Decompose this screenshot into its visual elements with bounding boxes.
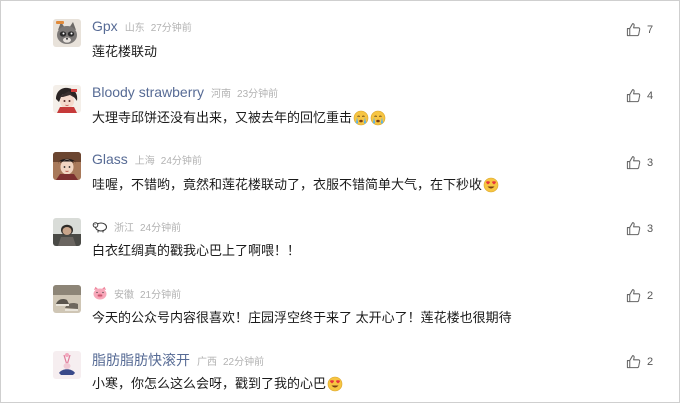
pink-illustration-avatar[interactable]	[53, 351, 81, 379]
pig-face-icon	[92, 286, 108, 300]
thumbs-up-icon	[626, 354, 641, 369]
thumbs-up-icon	[626, 221, 641, 236]
gray-raccoon-cat-avatar[interactable]	[53, 19, 81, 47]
heart-eyes-emoji	[327, 376, 343, 392]
heart-eyes-emoji	[483, 177, 499, 193]
comments-panel: Gpx 山东 27分钟前 莲花楼联动 7 Bloody strawberry 河…	[0, 0, 680, 403]
comment-item: 脂肪脂肪快滚开 广西 22分钟前 小寒，你怎么这么会呀，戳到了我的心巴 2	[1, 343, 680, 409]
comment-nickname[interactable]: Gpx	[92, 18, 118, 34]
comment-text-row: 白衣红绸真的戳我心巴上了啊喂！！	[92, 242, 300, 260]
sheep-sticker-icon	[92, 219, 108, 233]
anime-character-avatar[interactable]	[53, 85, 81, 113]
comment-location: 广西	[197, 357, 217, 368]
comment-time: 22分钟前	[223, 357, 265, 368]
comment-nickname[interactable]: 脂肪脂肪快滚开	[92, 350, 190, 370]
crying-face-emoji	[353, 110, 369, 126]
comment-text: 今天的公众号内容很喜欢！庄园浮空终于来了 太开心了！莲花楼也很期待	[92, 310, 512, 325]
like-count: 4	[647, 89, 654, 102]
comment-text: 莲花楼联动	[92, 44, 158, 59]
comment-text: 白衣红绸真的戳我心巴上了啊喂！！	[92, 243, 301, 258]
comment-text-row: 大理寺邱饼还没有出来，又被去年的回忆重击	[92, 109, 386, 127]
comment-location: 河南	[211, 89, 232, 100]
shoes-photo-avatar[interactable]	[53, 285, 81, 313]
crying-face-emoji	[370, 110, 386, 126]
like-button[interactable]: 3	[626, 221, 653, 236]
comment-text-row: 今天的公众号内容很喜欢！庄园浮空终于来了 太开心了！莲花楼也很期待	[92, 309, 512, 327]
like-button[interactable]: 3	[626, 155, 653, 170]
comment-meta: Bloody strawberry 河南 23分钟前	[92, 84, 278, 104]
comment-meta: 脂肪脂肪快滚开 广西 22分钟前	[92, 350, 264, 370]
like-count: 2	[647, 355, 654, 368]
comment-location: 安徽	[114, 290, 134, 301]
thumbs-up-icon	[626, 88, 641, 103]
comment-text-row: 莲花楼联动	[92, 43, 157, 61]
like-button[interactable]: 2	[626, 288, 653, 303]
thumbs-up-icon	[626, 155, 641, 170]
like-count: 3	[647, 222, 654, 235]
like-button[interactable]: 2	[626, 354, 653, 369]
like-button[interactable]: 7	[626, 22, 653, 37]
comment-time: 24分钟前	[140, 223, 182, 234]
comment-item: 安徽 21分钟前 今天的公众号内容很喜欢！庄园浮空终于来了 太开心了！莲花楼也很…	[1, 277, 680, 343]
comment-text: 小寒，你怎么这么会呀，戳到了我的心巴	[92, 376, 327, 391]
comment-item: Gpx 山东 27分钟前 莲花楼联动 7	[1, 11, 680, 77]
comment-time: 23分钟前	[237, 89, 279, 100]
comment-meta: 安徽 21分钟前	[92, 284, 181, 304]
comment-item: Glass 上海 24分钟前 哇喔，不错哟，竟然和莲花楼联动了，衣服不错简单大气…	[1, 144, 680, 210]
thumbs-up-icon	[626, 288, 641, 303]
comment-meta: Glass 上海 24分钟前	[92, 151, 202, 171]
comment-meta: Gpx 山东 27分钟前	[92, 18, 192, 38]
like-count: 2	[647, 289, 654, 302]
comment-time: 21分钟前	[140, 290, 182, 301]
comment-text-row: 哇喔，不错哟，竟然和莲花楼联动了，衣服不错简单大气，在下秒收	[92, 176, 499, 194]
comment-location: 浙江	[114, 223, 134, 234]
comment-text-row: 小寒，你怎么这么会呀，戳到了我的心巴	[92, 375, 343, 393]
comment-time: 27分钟前	[150, 23, 192, 34]
like-count: 7	[647, 23, 654, 36]
comment-item: 浙江 24分钟前 白衣红绸真的戳我心巴上了啊喂！！ 3	[1, 210, 680, 276]
comment-nickname[interactable]: Bloody strawberry	[92, 84, 204, 100]
comment-item: Bloody strawberry 河南 23分钟前 大理寺邱饼还没有出来，又被…	[1, 77, 680, 143]
thumbs-up-icon	[626, 22, 641, 37]
comment-location: 上海	[134, 156, 155, 167]
drama-character-avatar[interactable]	[53, 152, 81, 180]
comment-nickname[interactable]: Glass	[92, 151, 128, 167]
comment-text: 大理寺邱饼还没有出来，又被去年的回忆重击	[92, 110, 353, 125]
comment-time: 24分钟前	[160, 156, 202, 167]
comment-meta: 浙江 24分钟前	[92, 217, 181, 237]
comment-location: 山东	[124, 23, 145, 34]
like-button[interactable]: 4	[626, 88, 653, 103]
comment-text: 哇喔，不错哟，竟然和莲花楼联动了，衣服不错简单大气，在下秒收	[92, 177, 483, 192]
like-count: 3	[647, 156, 654, 169]
person-photo-avatar[interactable]	[53, 218, 81, 246]
